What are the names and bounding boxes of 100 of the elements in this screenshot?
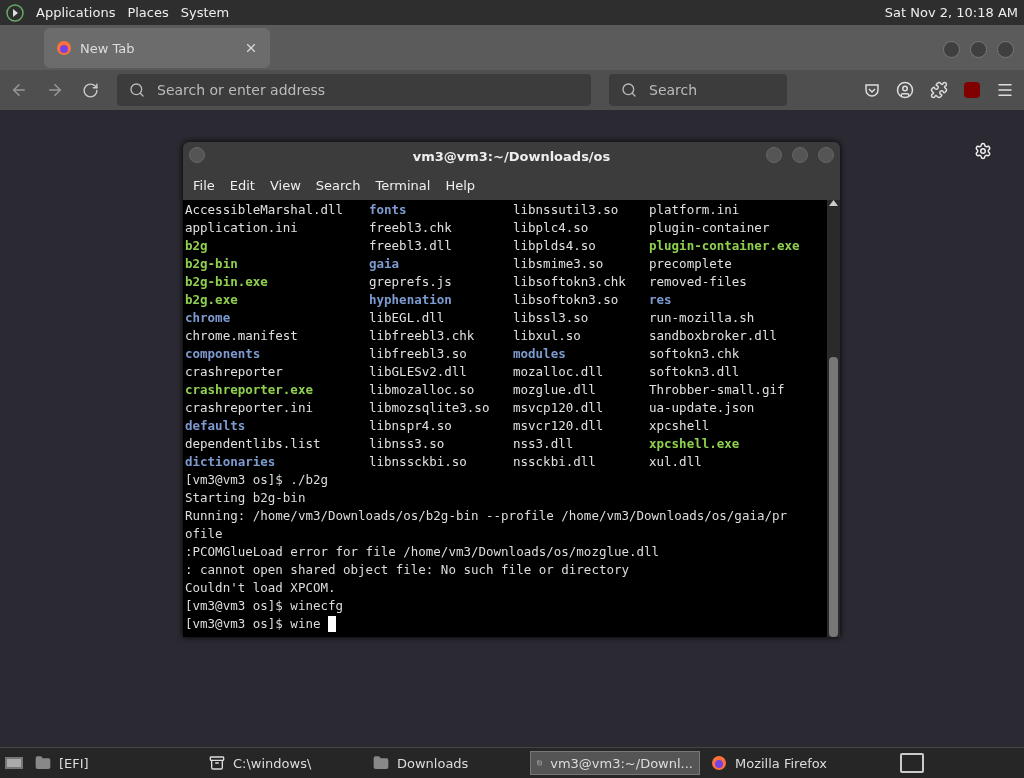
file-name: libmozalloc.so: [369, 381, 476, 399]
desktop-icon[interactable]: [4, 755, 24, 771]
file-name: plugin-container: [649, 219, 771, 237]
reload-icon[interactable]: [82, 81, 99, 99]
file-name: AccessibleMarshal.dll: [185, 201, 345, 219]
file-name: precomplete: [649, 255, 733, 273]
file-name: nssckbi.dll: [513, 453, 597, 471]
file-name: libplds4.so: [513, 237, 597, 255]
archive-icon: [209, 755, 225, 771]
close-icon[interactable]: [244, 41, 258, 55]
scroll-up-icon[interactable]: [829, 200, 838, 206]
search-icon: [129, 82, 145, 98]
panel-menu[interactable]: Places: [127, 5, 169, 20]
window-button[interactable]: [189, 147, 205, 163]
settings-icon[interactable]: [974, 142, 992, 160]
folder-icon: [373, 755, 389, 771]
file-name: freebl3.chk: [369, 219, 453, 237]
file-name: plugin-container.exe: [649, 237, 801, 255]
taskbar-button[interactable]: [EFI]: [28, 751, 198, 775]
file-name: modules: [513, 345, 567, 363]
extensions-icon[interactable]: [930, 81, 948, 99]
file-name: mozalloc.dll: [513, 363, 605, 381]
file-name: libssl3.so: [513, 309, 590, 327]
taskbar-button[interactable]: Downloads: [366, 751, 526, 775]
menu-item[interactable]: Help: [439, 177, 485, 193]
file-name: libsmime3.so: [513, 255, 605, 273]
menu-item[interactable]: Edit: [223, 177, 264, 193]
placeholder: Search or enter address: [157, 82, 326, 98]
taskbar-button[interactable]: C:\windows\: [202, 751, 362, 775]
workspace-switcher[interactable]: [900, 753, 924, 773]
file-name: ua-update.json: [649, 399, 756, 417]
logo-icon[interactable]: [6, 3, 24, 22]
placeholder: Search: [649, 82, 698, 98]
back-icon[interactable]: [10, 81, 28, 99]
forward-icon[interactable]: [46, 81, 64, 99]
panel-menu[interactable]: Applications: [36, 5, 116, 20]
file-name: crashreporter: [185, 363, 284, 381]
window-button[interactable]: [943, 41, 960, 58]
menu-icon[interactable]: [996, 81, 1014, 99]
menu-item[interactable]: Terminal: [369, 177, 440, 193]
window-button[interactable]: [818, 147, 834, 163]
file-name: fonts: [369, 201, 408, 219]
file-name: b2g: [185, 237, 209, 255]
menu-item[interactable]: View: [263, 177, 310, 193]
terminal-line: ofile: [185, 525, 223, 543]
terminal-line: :PCOMGlueLoad error for file /home/vm3/Downloads/os/mozglue.dll: [185, 543, 660, 561]
file-name: gaia: [369, 255, 401, 273]
menu-item[interactable]: Search: [309, 177, 370, 193]
file-name: xpcshell: [649, 417, 711, 435]
terminal-line: Running: /home/vm3/Downloads/os/b2g-bin --profile /home/vm3/Downloads/os/gaia/pr: [185, 507, 788, 525]
search-icon: [621, 82, 637, 98]
address-field[interactable]: Search or enter address: [117, 74, 591, 106]
file-name: b2g-bin.exe: [185, 273, 269, 291]
terminal-line: [vm3@vm3 os]$ ./b2g: [185, 471, 328, 489]
file-name: libnspr4.so: [369, 417, 453, 435]
clock[interactable]: Sat Nov 2, 10:18 AM: [884, 5, 1018, 20]
pocket-icon[interactable]: [864, 82, 880, 98]
file-name: xul.dll: [649, 453, 703, 471]
taskbar-button[interactable]: Mozilla Firefox: [704, 751, 884, 775]
window-button[interactable]: [970, 41, 987, 58]
file-name: b2g.exe: [185, 291, 239, 309]
scrollbar[interactable]: [827, 200, 840, 637]
browser-tab[interactable]: New Tab: [44, 28, 270, 68]
scroll-thumb[interactable]: [829, 357, 838, 637]
file-name: freebl3.dll: [369, 237, 453, 255]
file-name: msvcr120.dll: [513, 417, 605, 435]
file-name: libnss3.so: [369, 435, 446, 453]
file-name: hyphenation: [369, 291, 453, 309]
file-name: Throbber-small.gif: [649, 381, 786, 399]
file-name: b2g-bin: [185, 255, 239, 273]
file-name: libmozsqlite3.so: [369, 399, 491, 417]
window-title: vm3@vm3:~/Downloads/os: [412, 148, 611, 164]
file-name: softokn3.dll: [649, 363, 741, 381]
file-name: libsoftokn3.so: [513, 291, 620, 309]
window-button[interactable]: [792, 147, 808, 163]
file-name: xpcshell.exe: [649, 435, 741, 453]
folder-icon: [35, 755, 51, 771]
file-name: mozglue.dll: [513, 381, 597, 399]
firefox-icon: [56, 40, 72, 56]
window-button[interactable]: [997, 41, 1014, 58]
terminal-line: Couldn't load XPCOM.: [185, 579, 336, 597]
account-icon[interactable]: [896, 81, 914, 99]
file-name: libxul.so: [513, 327, 582, 345]
panel-menu[interactable]: System: [180, 5, 230, 20]
file-name: msvcp120.dll: [513, 399, 605, 417]
taskbar-button[interactable]: vm3@vm3:~/Downl...: [530, 751, 700, 775]
firefox-icon: [711, 755, 727, 771]
file-name: chrome: [185, 309, 232, 327]
file-name: chrome.manifest: [185, 327, 299, 345]
file-name: sandboxbroker.dll: [649, 327, 778, 345]
file-name: crashreporter.exe: [185, 381, 314, 399]
window-button[interactable]: [766, 147, 782, 163]
file-name: libGLESv2.dll: [369, 363, 468, 381]
file-name: libsoftokn3.chk: [513, 273, 627, 291]
menu-item[interactable]: File: [187, 177, 224, 193]
file-name: components: [185, 345, 262, 363]
search-field[interactable]: Search: [609, 74, 787, 106]
tab-label: New Tab: [80, 40, 136, 56]
terminal-line: [vm3@vm3 os]$ wine: [185, 615, 322, 633]
file-name: platform.ini: [649, 201, 741, 219]
